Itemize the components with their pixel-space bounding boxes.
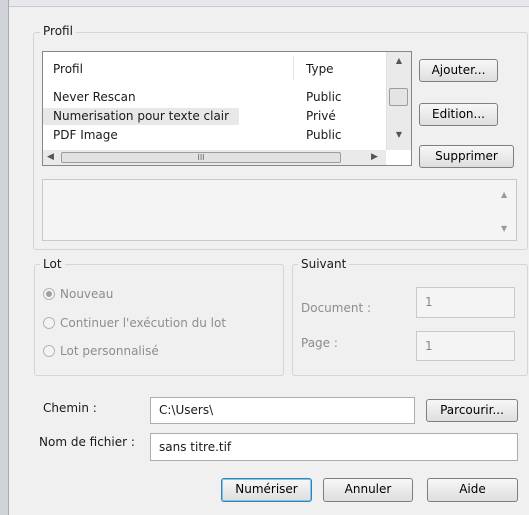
- profile-type: Privé: [306, 109, 336, 123]
- filename-input[interactable]: sans titre.tif: [150, 433, 518, 461]
- column-header-profil[interactable]: Profil: [53, 62, 83, 76]
- filename-label: Nom de fichier :: [39, 435, 135, 449]
- radio-nouveau[interactable]: [43, 288, 55, 300]
- list-header: Profil Type: [43, 52, 386, 84]
- radio-lot-personnalise-label: Lot personnalisé: [60, 344, 159, 358]
- desc-scroll-down-icon[interactable]: ▼: [501, 224, 507, 233]
- scan-button[interactable]: Numériser: [221, 478, 312, 502]
- scroll-right-icon[interactable]: ▶: [371, 150, 383, 165]
- scroll-down-icon[interactable]: ▼: [387, 126, 411, 144]
- list-item[interactable]: Never Rescan Public: [43, 89, 386, 106]
- scroll-up-icon[interactable]: ▲: [387, 52, 411, 70]
- column-divider: [293, 56, 294, 80]
- document-label: Document :: [301, 301, 372, 315]
- profile-name: Never Rescan: [53, 90, 136, 104]
- window-frame-left: [0, 0, 9, 515]
- lot-legend: Lot: [40, 257, 65, 271]
- suivant-legend: Suivant: [298, 257, 350, 271]
- page-field[interactable]: 1: [416, 331, 515, 361]
- chemin-label: Chemin :: [43, 401, 97, 415]
- radio-continuer[interactable]: [43, 317, 55, 329]
- horizontal-scrollbar[interactable]: ◀ III ▶: [43, 150, 386, 165]
- edit-button[interactable]: Edition...: [419, 103, 498, 126]
- radio-lot-personnalise[interactable]: [43, 345, 55, 357]
- scroll-thumb[interactable]: [389, 88, 408, 106]
- profile-list[interactable]: Profil Type Never Rescan Public Numerisa…: [42, 51, 412, 166]
- desc-scroll-up-icon[interactable]: ▲: [501, 190, 507, 199]
- cancel-button[interactable]: Annuler: [323, 478, 413, 502]
- scroll-left-icon[interactable]: ◀: [47, 150, 59, 165]
- profile-type: Public: [306, 90, 342, 104]
- document-field[interactable]: 1: [416, 287, 515, 318]
- list-item[interactable]: PDF Image Public: [43, 127, 386, 144]
- path-input[interactable]: C:\Users\: [150, 397, 415, 424]
- profil-legend: Profil: [40, 24, 76, 38]
- page-label: Page :: [301, 336, 338, 350]
- scroll-thumb-horizontal[interactable]: III: [61, 152, 341, 163]
- vertical-scrollbar[interactable]: ▲ ▼: [386, 52, 411, 150]
- profile-name: Numerisation pour texte clair: [53, 109, 230, 123]
- profile-name: PDF Image: [53, 128, 118, 142]
- radio-continuer-label: Continuer l'exécution du lot: [60, 316, 227, 330]
- description-box[interactable]: ▲ ▼: [42, 179, 517, 241]
- list-item-selected[interactable]: Numerisation pour texte clair: [43, 108, 239, 125]
- add-button[interactable]: Ajouter...: [419, 59, 498, 82]
- help-button[interactable]: Aide: [427, 478, 518, 502]
- column-header-type[interactable]: Type: [306, 62, 334, 76]
- profile-type: Public: [306, 128, 342, 142]
- radio-nouveau-label: Nouveau: [60, 287, 114, 301]
- delete-button[interactable]: Supprimer: [419, 145, 514, 168]
- browse-button[interactable]: Parcourir...: [426, 399, 518, 422]
- window-frame-top: [9, 0, 529, 7]
